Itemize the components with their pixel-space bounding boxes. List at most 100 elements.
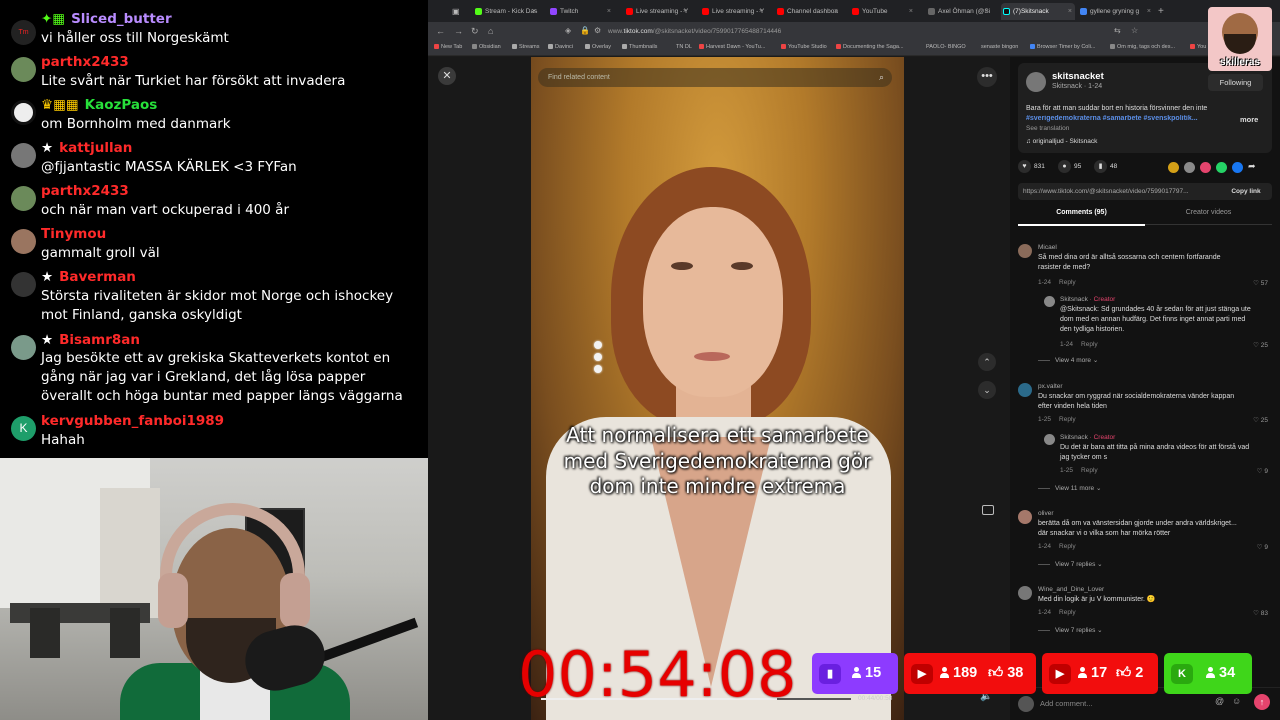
close-tab-icon[interactable]: ×: [909, 3, 913, 20]
view-replies[interactable]: View 7 replies ⌄: [1038, 560, 1103, 568]
previous-video-icon[interactable]: ⌃: [978, 353, 996, 371]
repost-share-icon[interactable]: [1200, 162, 1211, 173]
bookmark-item[interactable]: Obsidian: [472, 44, 501, 50]
commenter-name[interactable]: Skitsnack · Creator: [1060, 434, 1115, 441]
close-tab-icon[interactable]: ×: [834, 3, 838, 20]
comment-like[interactable]: ♡ 83: [1253, 609, 1268, 617]
browser-tab[interactable]: Live streaming - Y ×: [700, 3, 766, 20]
tab-comments[interactable]: Comments (95): [1018, 209, 1145, 216]
author-name[interactable]: skitsnacket: [1052, 71, 1104, 82]
emoji-icon[interactable]: ☺: [1232, 696, 1241, 706]
comment-button[interactable]: ● 95: [1058, 160, 1081, 173]
browser-tab-active[interactable]: (7)Skitsnack ×: [1001, 3, 1075, 20]
share-link-url[interactable]: https://www.tiktok.com/@skitsnacket/vide…: [1023, 183, 1218, 200]
related-search-input[interactable]: Find related content ⌕: [538, 68, 892, 87]
bookmark-item[interactable]: Documenting the Saga...: [836, 44, 904, 50]
close-tab-icon[interactable]: ×: [532, 3, 536, 20]
bookmark-item[interactable]: Thumbnails: [622, 44, 657, 50]
author-avatar[interactable]: [1026, 72, 1046, 92]
commenter-name[interactable]: oliver: [1038, 510, 1054, 517]
more-options-icon[interactable]: •••: [977, 67, 997, 87]
search-icon[interactable]: ⌕: [879, 68, 884, 87]
embed-share-icon[interactable]: [1168, 162, 1179, 173]
next-video-icon[interactable]: ⌄: [978, 381, 996, 399]
commenter-name[interactable]: Wine_and_Dine_Lover: [1038, 586, 1104, 593]
tab-actions-icon[interactable]: ▣: [450, 3, 464, 20]
url-field[interactable]: www.tiktok.com/@skitsnacket/video/759901…: [608, 25, 1028, 39]
commenter-avatar[interactable]: [1018, 244, 1032, 258]
view-replies[interactable]: View 7 replies ⌄: [1038, 626, 1103, 634]
video-player[interactable]: Att normalisera ett samarbete med Sverig…: [531, 57, 904, 720]
picture-in-picture-icon[interactable]: [982, 505, 994, 515]
reply-button[interactable]: Reply: [1059, 543, 1076, 550]
commenter-name[interactable]: Micael: [1038, 244, 1057, 251]
close-tab-icon[interactable]: ×: [1068, 3, 1072, 20]
bookmark-item[interactable]: Browser Timer by Coli...: [1030, 44, 1095, 50]
bookmark-item[interactable]: Streams: [512, 44, 539, 50]
send-icon[interactable]: ↑: [1254, 694, 1270, 710]
shield-icon[interactable]: ◈: [565, 26, 571, 35]
bookmark-item[interactable]: You: [1190, 44, 1206, 50]
close-tab-icon[interactable]: ×: [1147, 3, 1151, 20]
facebook-share-icon[interactable]: [1232, 162, 1243, 173]
close-tab-icon[interactable]: ×: [985, 3, 989, 20]
browser-tab[interactable]: Live streaming - Y ×: [624, 3, 690, 20]
reply-button[interactable]: Reply: [1081, 467, 1098, 474]
site-info-icon[interactable]: ⚙: [594, 26, 601, 35]
commenter-avatar[interactable]: [1044, 434, 1055, 445]
tab-creator-videos[interactable]: Creator videos: [1145, 209, 1272, 216]
browser-tab[interactable]: Channel dashboa ×: [775, 3, 841, 20]
more-link[interactable]: more: [1240, 115, 1258, 124]
close-icon[interactable]: ✕: [438, 67, 456, 85]
browser-tab[interactable]: Twitch ×: [548, 3, 614, 20]
commenter-avatar[interactable]: [1018, 586, 1032, 600]
comment-like[interactable]: ♡ 9: [1257, 467, 1268, 475]
like-button[interactable]: ♥ 831: [1018, 160, 1045, 173]
commenter-name[interactable]: px.valter: [1038, 383, 1063, 390]
new-tab-button[interactable]: +: [1156, 3, 1170, 20]
browser-tab[interactable]: YouTube ×: [850, 3, 916, 20]
commenter-name[interactable]: Skitsnack · Creator: [1060, 296, 1115, 303]
view-more-replies[interactable]: View 11 more ⌄: [1038, 484, 1101, 492]
share-arrow-icon[interactable]: ➦: [1248, 161, 1256, 172]
close-tab-icon[interactable]: ×: [759, 3, 763, 20]
comment-like[interactable]: ♡ 9: [1257, 543, 1268, 551]
forward-icon[interactable]: →: [454, 26, 463, 36]
browser-tab[interactable]: Axel Öhman (@Si ×: [926, 3, 992, 20]
reply-button[interactable]: Reply: [1059, 279, 1076, 286]
view-more-replies[interactable]: View 4 more ⌄: [1038, 356, 1098, 364]
mention-icon[interactable]: @: [1215, 696, 1224, 706]
bookmark-item[interactable]: Davinci: [548, 44, 573, 50]
bookmark-star-icon[interactable]: ☆: [1131, 26, 1138, 35]
reply-button[interactable]: Reply: [1059, 609, 1076, 616]
bookmark-item[interactable]: Overlay: [585, 44, 611, 50]
copy-link-button[interactable]: Copy link: [1220, 183, 1272, 200]
see-translation-link[interactable]: See translation: [1026, 125, 1069, 132]
hashtags[interactable]: #sverigedemokraterna #samarbete #svenskp…: [1026, 115, 1241, 122]
reload-icon[interactable]: ↻: [471, 26, 479, 37]
add-comment-input[interactable]: Add comment...: [1040, 696, 1210, 712]
bookmark-item[interactable]: YouTube Studio: [781, 44, 827, 50]
home-icon[interactable]: ⌂: [488, 26, 493, 36]
translate-icon[interactable]: ⇆: [1114, 26, 1121, 35]
save-button[interactable]: ▮ 48: [1094, 160, 1117, 173]
comment-like[interactable]: ♡ 25: [1253, 416, 1268, 424]
send-share-icon[interactable]: [1184, 162, 1195, 173]
commenter-avatar[interactable]: [1018, 510, 1032, 524]
sound-link[interactable]: ♫ originalljud - Skitsnack: [1026, 138, 1097, 145]
bookmark-item[interactable]: Om mig, tags och des...: [1110, 44, 1175, 50]
bookmark-item[interactable]: Harvest Dawn - YouTu...: [699, 44, 765, 50]
comment-like[interactable]: ♡ 57: [1253, 279, 1268, 287]
browser-tab[interactable]: Stream - Kick Das ×: [473, 3, 539, 20]
commenter-avatar[interactable]: [1044, 296, 1055, 307]
back-icon[interactable]: ←: [436, 26, 445, 36]
bookmark-item[interactable]: PAOLO- BINGO: [926, 44, 966, 50]
close-tab-icon[interactable]: ×: [607, 3, 611, 20]
reply-button[interactable]: Reply: [1059, 416, 1076, 423]
bookmark-item[interactable]: senaste bingon: [981, 44, 1018, 50]
close-tab-icon[interactable]: ×: [683, 3, 687, 20]
bookmark-item[interactable]: New Tab: [434, 44, 462, 50]
reply-button[interactable]: Reply: [1081, 341, 1098, 348]
commenter-avatar[interactable]: [1018, 383, 1032, 397]
comment-like[interactable]: ♡ 25: [1253, 341, 1268, 349]
